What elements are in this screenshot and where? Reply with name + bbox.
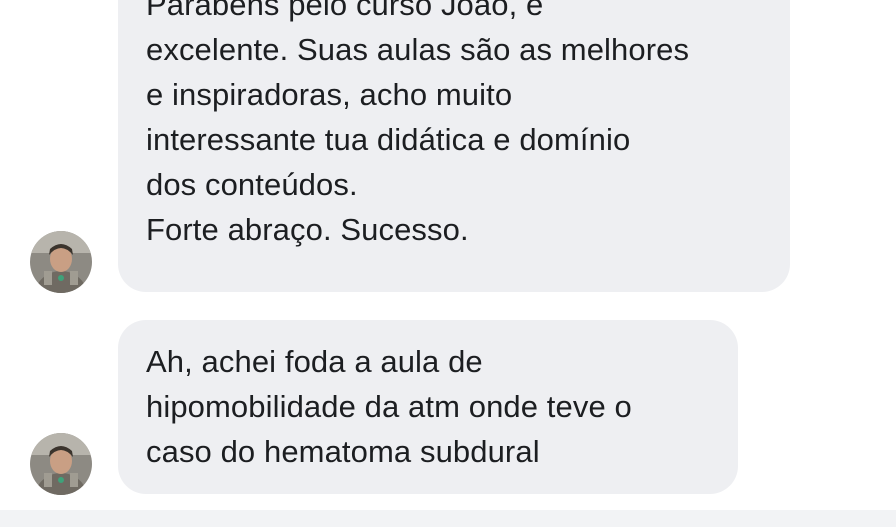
avatar-photo-icon [30,433,92,495]
message-line: excelente. Suas aulas são as melhores [146,32,690,67]
sender-avatar[interactable] [30,231,92,293]
message-line: Ah, achei foda a aula de [146,344,483,379]
message-bubble[interactable]: Parabéns pelo curso João, é excelente. S… [118,0,790,292]
sender-avatar[interactable] [30,433,92,495]
message-line: Forte abraço. Sucesso. [146,212,469,247]
avatar-photo-icon [30,231,92,293]
message-thread: Parabéns pelo curso João, é excelente. S… [0,0,896,510]
message-line: dos conteúdos. [146,167,358,202]
message-text: Ah, achei foda a aula de hipomobilidade … [146,339,632,474]
composer-area [0,510,896,527]
message-bubble[interactable]: Ah, achei foda a aula de hipomobilidade … [118,320,738,494]
message-line: e inspiradoras, acho muito [146,77,513,112]
message-line: hipomobilidade da atm onde teve o [146,389,632,424]
message-line: interessante tua didática e domínio [146,122,631,157]
message-line: caso do hematoma subdural [146,434,540,469]
message-line: Parabéns pelo curso João, é [146,0,544,22]
message-text: Parabéns pelo curso João, é excelente. S… [146,0,689,252]
